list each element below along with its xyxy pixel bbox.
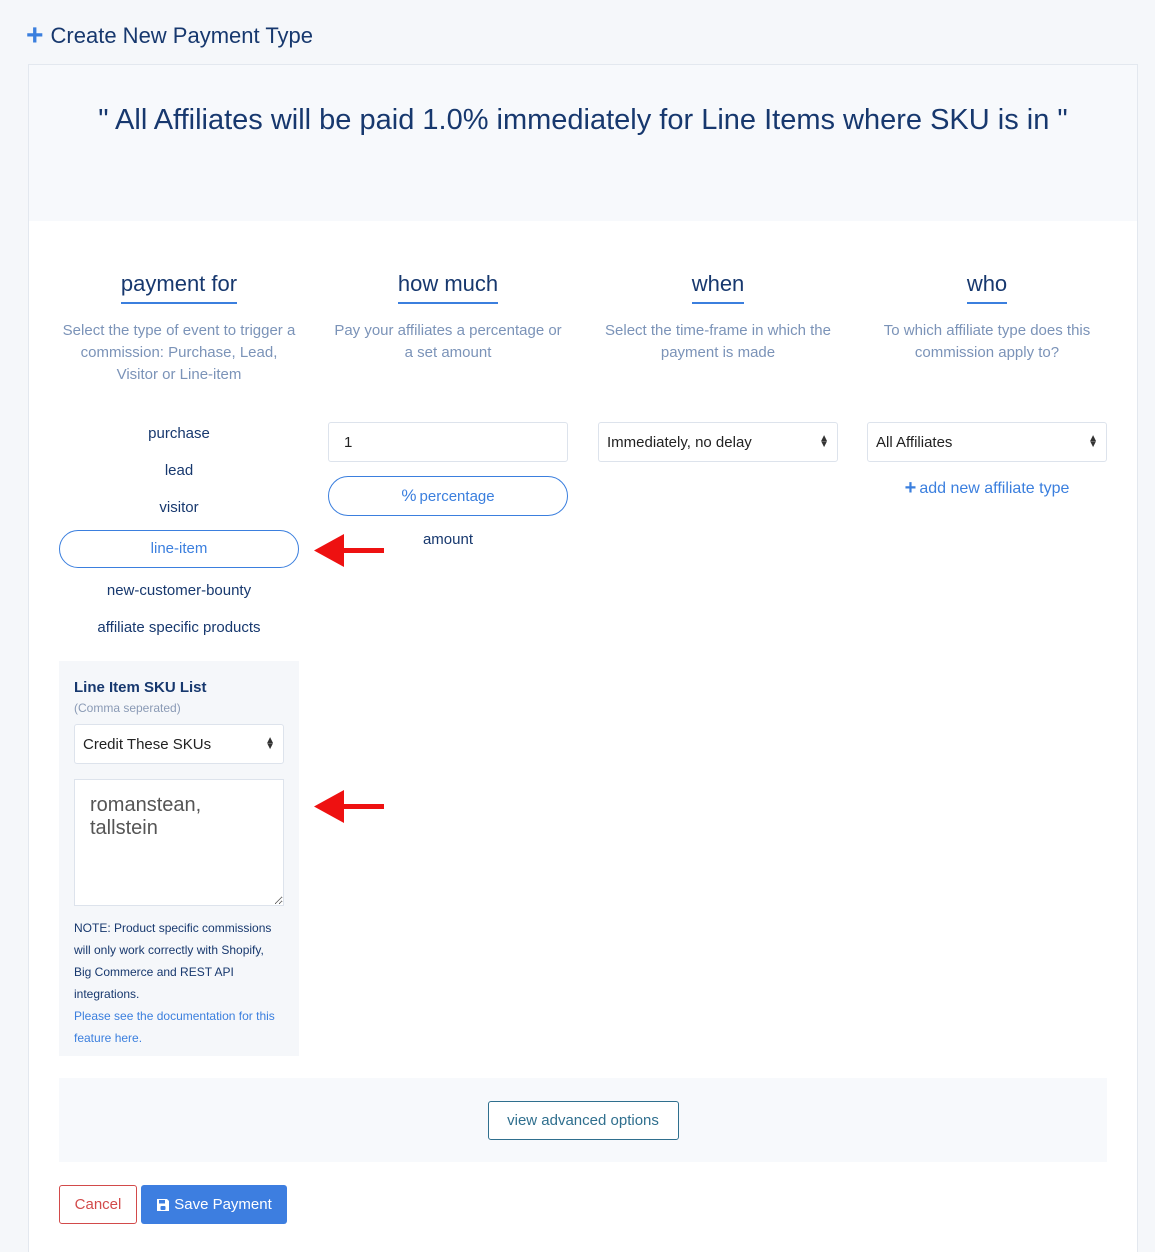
payment-option-new-customer-bounty[interactable]: new-customer-bounty <box>59 572 299 609</box>
when-select[interactable]: Immediately, no delay ▲ ▼ <box>598 422 838 462</box>
summary-banner: " All Affiliates will be paid 1.0% immed… <box>29 65 1137 221</box>
sku-documentation-link[interactable]: Please see the documentation for this fe… <box>74 1005 284 1049</box>
column-title-how-much: how much <box>397 271 499 304</box>
add-affiliate-type-label: add new affiliate type <box>919 480 1070 497</box>
view-advanced-options-button[interactable]: view advanced options <box>487 1100 679 1140</box>
column-title-who: who <box>966 271 1008 304</box>
column-who: who To which affiliate type does this co… <box>867 271 1107 364</box>
column-title-payment-for: payment for <box>120 271 238 304</box>
column-payment-for: payment for Select the type of event to … <box>59 271 299 386</box>
column-when: when Select the time-frame in which the … <box>598 271 838 364</box>
when-value: Immediately, no delay <box>607 433 752 451</box>
annotation-arrow-icon <box>314 534 384 567</box>
percentage-toggle[interactable]: % percentage <box>328 476 568 516</box>
payment-type-card: " All Affiliates will be paid 1.0% immed… <box>28 64 1138 1252</box>
payment-option-lead[interactable]: lead <box>59 452 299 489</box>
annotation-arrow-icon <box>314 790 384 823</box>
payment-option-line-item[interactable]: line-item <box>59 530 299 568</box>
select-arrows-icon: ▲ ▼ <box>265 735 275 752</box>
sku-note: NOTE: Product specific commissions will … <box>74 921 272 1001</box>
sku-subtitle: (Comma seperated) <box>74 701 181 715</box>
amount-input[interactable]: 1 <box>328 422 568 462</box>
select-arrows-icon: ▲ ▼ <box>819 433 829 450</box>
payment-option-list: purchase lead visitor line-item new-cust… <box>59 415 299 646</box>
add-affiliate-type-link[interactable]: + add new affiliate type <box>867 477 1107 500</box>
save-payment-label: Save Payment <box>174 1196 272 1213</box>
who-value: All Affiliates <box>876 433 953 451</box>
percentage-label: percentage <box>419 487 495 505</box>
floppy-disk-icon <box>157 1198 170 1211</box>
payment-option-visitor[interactable]: visitor <box>59 489 299 526</box>
column-title-when: when <box>691 271 745 304</box>
column-desc-payment-for: Select the type of event to trigger a co… <box>62 322 296 383</box>
sku-mode-select[interactable]: Credit These SKUs ▲ ▼ <box>74 724 284 764</box>
save-payment-button[interactable]: Save Payment <box>141 1185 287 1224</box>
plus-icon: + <box>904 477 917 499</box>
summary-text: " All Affiliates will be paid 1.0% immed… <box>98 104 1068 136</box>
sku-list-textarea[interactable]: romanstean, tallstein <box>74 779 284 906</box>
percent-icon: % <box>401 486 417 505</box>
who-select[interactable]: All Affiliates ▲ ▼ <box>867 422 1107 462</box>
select-arrows-icon: ▲ ▼ <box>1088 433 1098 450</box>
payment-option-purchase[interactable]: purchase <box>59 415 299 452</box>
page-title-text: Create New Payment Type <box>50 23 314 48</box>
advanced-options-bar: view advanced options <box>59 1078 1107 1162</box>
column-how-much: how much Pay your affiliates a percentag… <box>328 271 568 364</box>
column-desc-who: To which affiliate type does this commis… <box>883 322 1091 361</box>
sku-panel: Line Item SKU List (Comma seperated) Cre… <box>59 661 299 1056</box>
sku-mode-value: Credit These SKUs <box>83 735 212 753</box>
page-title: + Create New Payment Type <box>26 19 314 52</box>
cancel-button[interactable]: Cancel <box>59 1185 137 1224</box>
payment-option-affiliate-specific-products[interactable]: affiliate specific products <box>59 609 299 646</box>
plus-icon: + <box>26 19 44 52</box>
sku-title: Line Item SKU List <box>74 679 207 696</box>
column-desc-how-much: Pay your affiliates a percentage or a se… <box>334 322 562 361</box>
column-desc-when: Select the time-frame in which the payme… <box>605 322 831 361</box>
